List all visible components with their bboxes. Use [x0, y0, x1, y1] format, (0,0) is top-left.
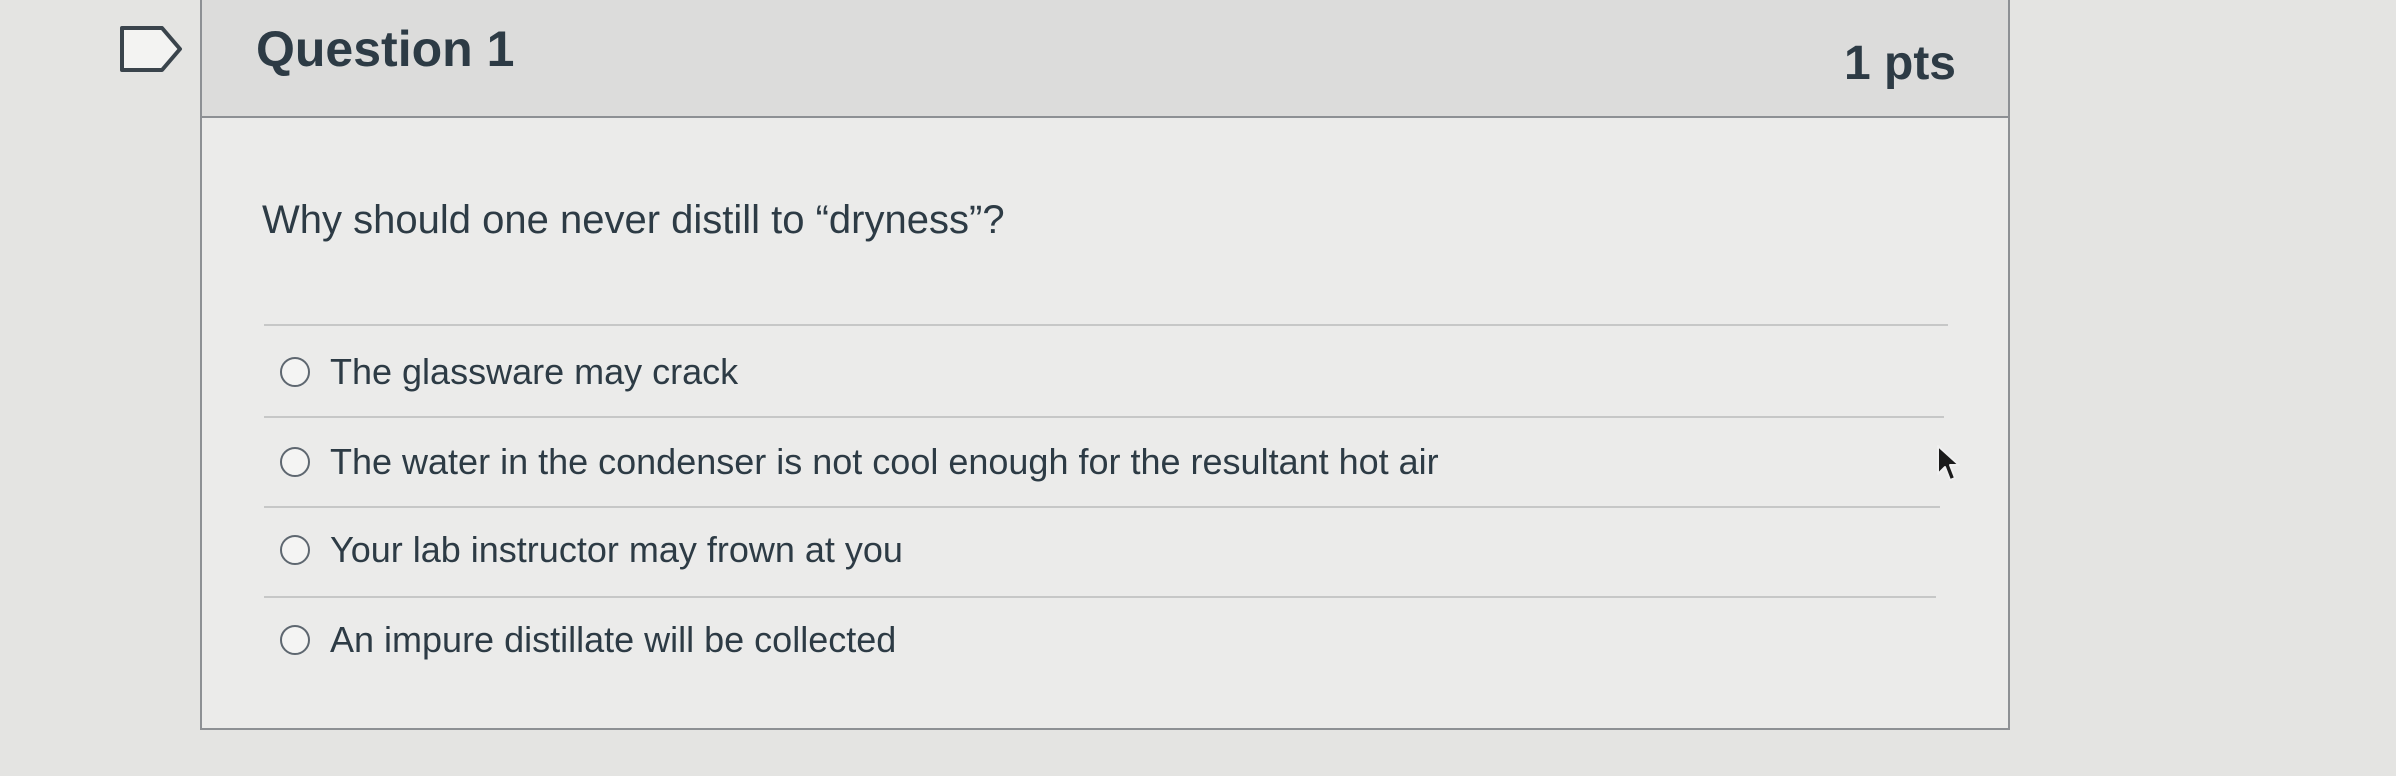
flag-question-icon[interactable]	[118, 24, 188, 74]
answer-label: Your lab instructor may frown at you	[330, 529, 903, 570]
answer-option-4[interactable]: An impure distillate will be collected	[280, 608, 896, 672]
divider	[264, 324, 1948, 326]
question-title: Question 1	[256, 21, 515, 77]
question-text: Why should one never distill to “dryness…	[262, 198, 1005, 242]
divider	[264, 506, 1940, 508]
question-points: 1 pts	[1843, 37, 1956, 90]
question-header: Question 1 1 pts	[202, 0, 2008, 118]
divider	[264, 596, 1936, 598]
radio-button[interactable]	[280, 447, 310, 477]
radio-button[interactable]	[280, 625, 310, 655]
question-card: Question 1 1 pts Why should one never di…	[200, 0, 2010, 730]
radio-button[interactable]	[280, 357, 310, 387]
answer-option-2[interactable]: The water in the condenser is not cool e…	[280, 430, 1439, 494]
radio-button[interactable]	[280, 535, 310, 565]
answer-label: An impure distillate will be collected	[330, 619, 897, 660]
divider	[264, 416, 1944, 418]
answer-option-3[interactable]: Your lab instructor may frown at you	[280, 518, 903, 582]
answer-label: The glassware may crack	[330, 351, 739, 392]
answer-option-1[interactable]: The glassware may crack	[280, 340, 738, 404]
answer-label: The water in the condenser is not cool e…	[330, 441, 1439, 482]
mouse-pointer-icon	[1937, 445, 1960, 481]
